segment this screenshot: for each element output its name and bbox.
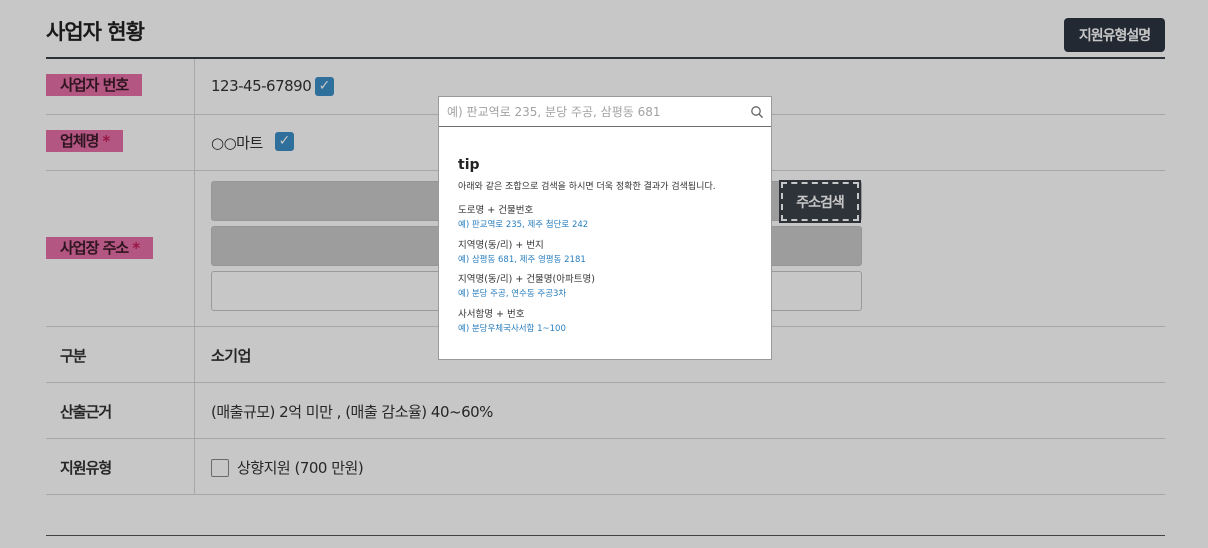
tip-item-heading: 사서함명 + 번호 (458, 309, 525, 320)
tip-description: 아래와 같은 조합으로 검색을 하시면 더욱 정확한 결과가 검색됩니다. (458, 182, 716, 192)
popup-search-bar (439, 97, 771, 127)
address-search-input[interactable] (447, 101, 743, 123)
tip-item-heading: 지역명(동/리) + 번지 (458, 240, 544, 251)
tip-item-example: 예) 삼평동 681, 제주 영평동 2181 (458, 255, 586, 265)
tip-item-heading: 도로명 + 건물번호 (458, 205, 534, 216)
search-icon[interactable] (750, 105, 764, 119)
tip-item-example: 예) 분당 주공, 연수동 주공3차 (458, 289, 567, 299)
address-search-popup: tip 아래와 같은 조합으로 검색을 하시면 더욱 정확한 결과가 검색됩니다… (438, 96, 772, 360)
tip-item-heading: 지역명(동/리) + 건물명(아파트명) (458, 274, 595, 285)
tip-item-example: 예) 분당우체국사서함 1~100 (458, 324, 566, 334)
tip-item-example: 예) 판교역로 235, 제주 첨단로 242 (458, 220, 589, 230)
tip-title: tip (458, 157, 480, 173)
